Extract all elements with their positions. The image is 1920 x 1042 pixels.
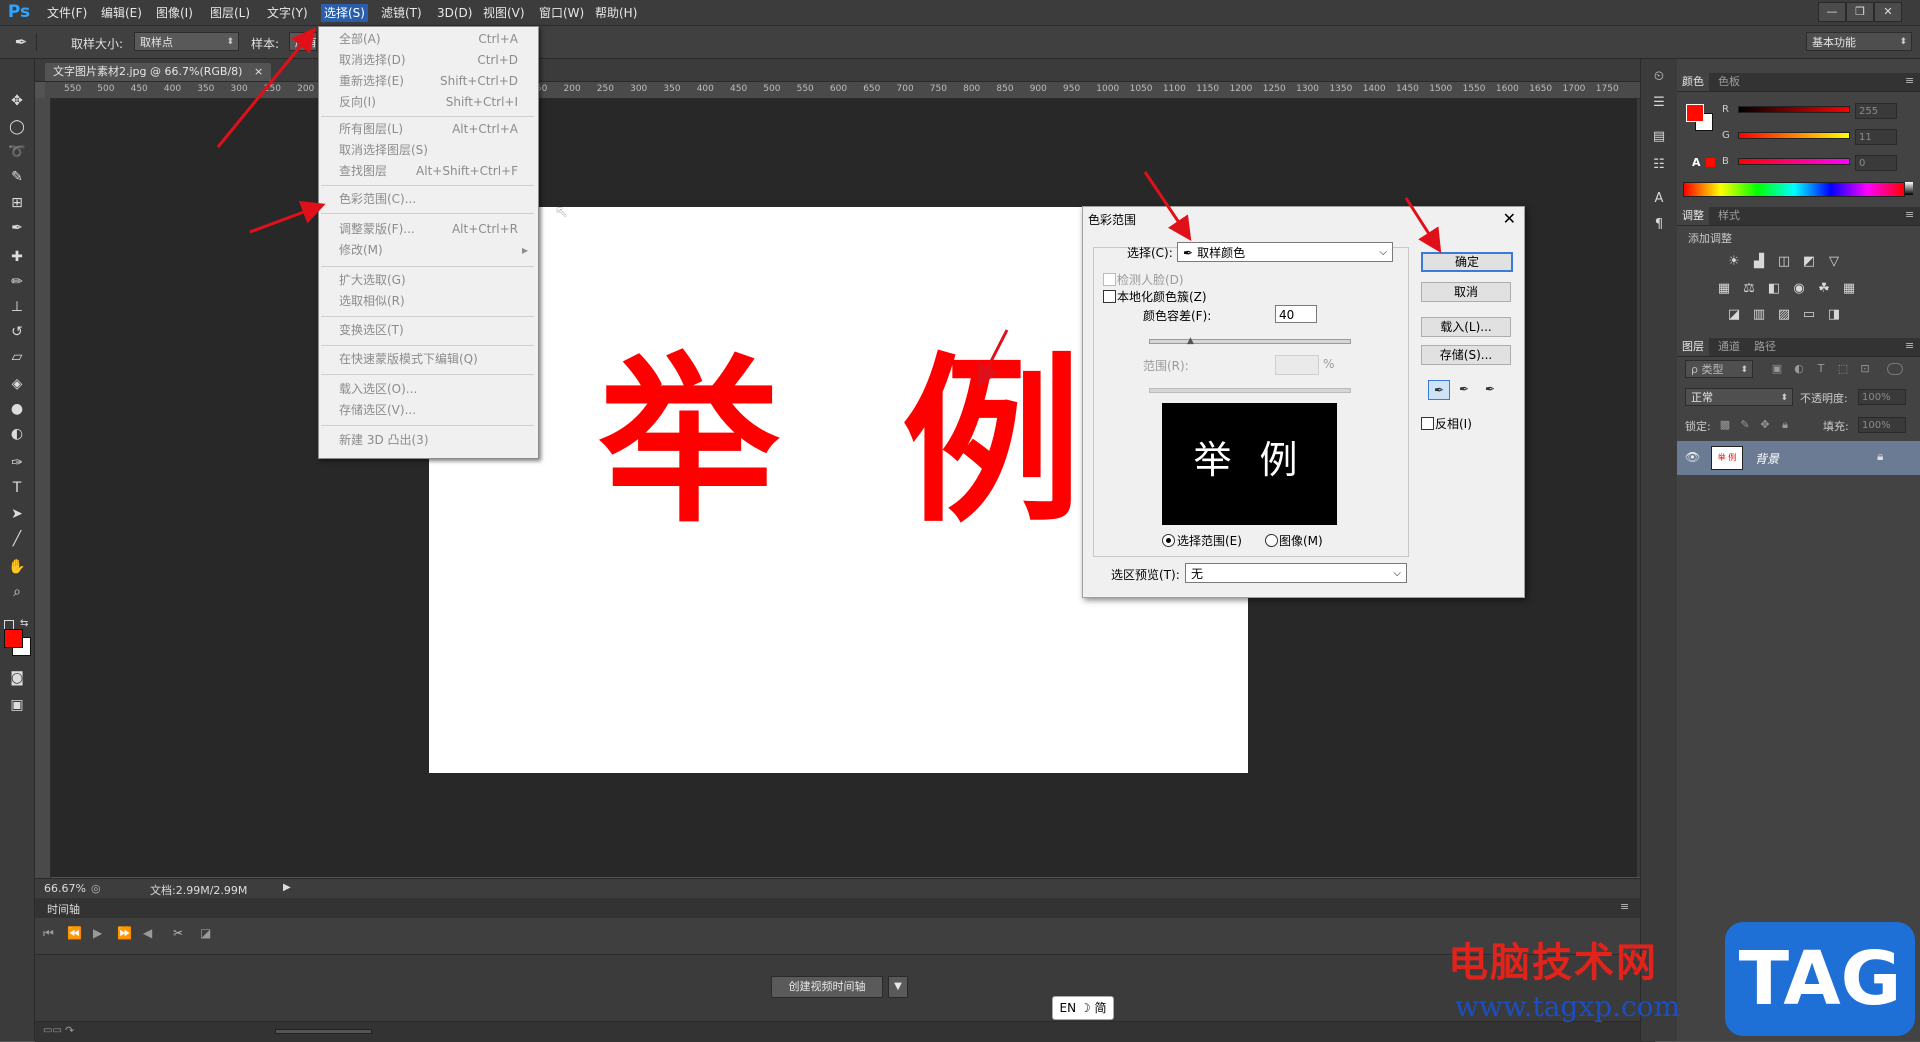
arrow-to-ok-button <box>1404 197 1442 254</box>
watermark-tag-logo: TAG <box>1725 922 1915 1036</box>
watermark-title: 电脑技术网 <box>1448 940 1658 986</box>
annotation-arrows <box>216 27 1442 389</box>
arrow-to-text <box>977 329 1009 389</box>
arrow-to-color-range <box>249 201 326 234</box>
watermark-url: www.tagxp.com <box>1455 990 1681 1023</box>
arrow-to-select-menu <box>216 27 316 148</box>
arrow-to-sample-color <box>1143 171 1192 241</box>
